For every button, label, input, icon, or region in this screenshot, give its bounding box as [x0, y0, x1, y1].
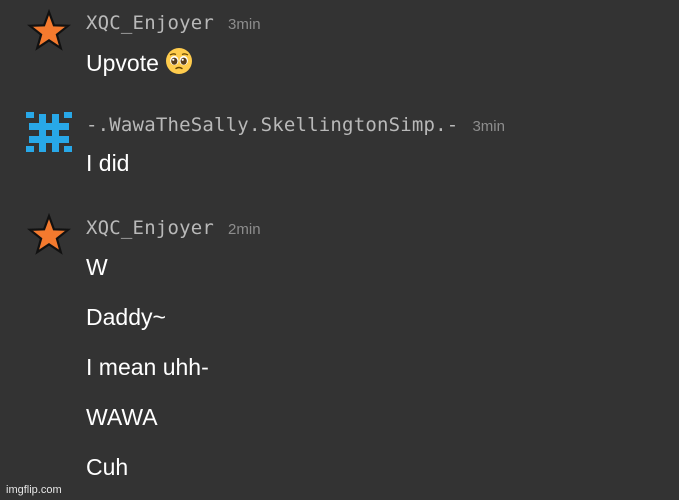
- avatar[interactable]: [25, 212, 73, 260]
- message-text: Upvote: [86, 47, 193, 81]
- star-icon: [26, 212, 72, 255]
- avatar[interactable]: [25, 108, 73, 156]
- timestamp: 2min: [228, 221, 261, 238]
- message-line: Upvote: [86, 50, 159, 76]
- timestamp: 3min: [472, 118, 505, 135]
- message-text: I did: [86, 150, 129, 177]
- message-line: Daddy~: [86, 304, 166, 330]
- message-header: XQC_Enjoyer 2min: [86, 217, 261, 239]
- timestamp: 3min: [228, 16, 261, 33]
- star-icon: [26, 8, 72, 51]
- message-line: Cuh: [86, 454, 129, 480]
- imgflip-watermark: imgflip.com: [6, 484, 62, 496]
- message-line: WAWA: [86, 404, 158, 430]
- message-line: W: [86, 254, 108, 280]
- username[interactable]: XQC_Enjoyer: [86, 217, 214, 239]
- message-line: I mean uhh-: [86, 354, 209, 380]
- message-header: XQC_Enjoyer 3min: [86, 12, 261, 34]
- message-line: I did: [86, 150, 130, 176]
- username[interactable]: XQC_Enjoyer: [86, 12, 214, 34]
- username[interactable]: -.WawaTheSally.SkellingtonSimp.-: [86, 114, 458, 136]
- message-header: -.WawaTheSally.SkellingtonSimp.- 3min: [86, 114, 505, 136]
- hash-icon: [26, 112, 72, 152]
- avatar[interactable]: [25, 8, 73, 56]
- pleading-face-emoji-icon: [165, 47, 193, 81]
